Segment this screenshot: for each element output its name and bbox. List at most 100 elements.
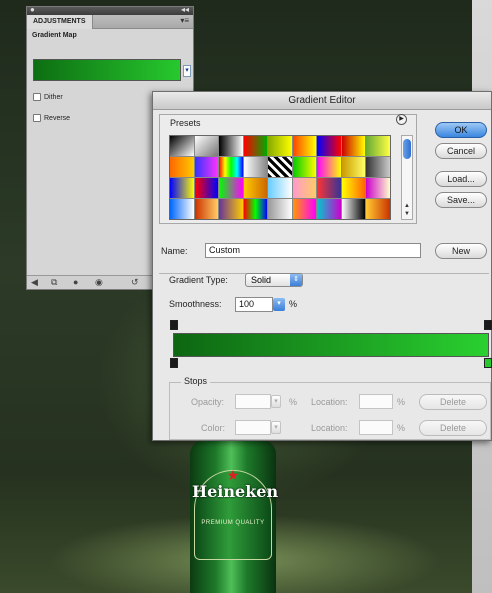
collapse-icon[interactable]: ◂◂: [181, 5, 189, 14]
dither-label: Dither: [44, 93, 63, 101]
delete-color-stop-button[interactable]: Delete: [419, 420, 487, 436]
color-stop-left[interactable]: [170, 358, 178, 368]
gradient-section-divider: [159, 273, 489, 274]
ok-button[interactable]: OK: [435, 122, 487, 138]
preset-swatch[interactable]: [243, 178, 268, 198]
gradient-editor-dialog: Gradient Editor Presets ▶ ▲ ▼ OK Cancel …: [152, 91, 492, 441]
preset-swatch[interactable]: [243, 157, 268, 177]
close-icon[interactable]: ●: [30, 5, 35, 14]
gradient-type-label: Gradient Type:: [169, 275, 228, 285]
preset-swatch[interactable]: [292, 178, 317, 198]
opacity-unit: %: [289, 397, 298, 407]
cancel-button[interactable]: Cancel: [435, 143, 487, 159]
gradient-preview[interactable]: [33, 59, 181, 81]
gradient-dropdown-arrow-icon[interactable]: ▾: [183, 65, 191, 77]
clip-layer-icon[interactable]: ●: [73, 277, 78, 287]
preset-swatch[interactable]: [366, 199, 390, 219]
color-location-input[interactable]: [359, 420, 393, 435]
color-stop-right[interactable]: [484, 358, 492, 368]
gradient-type-value: Solid: [251, 275, 272, 285]
name-label: Name:: [161, 246, 188, 256]
bottle-brand-text: Heineken: [192, 482, 279, 501]
new-button[interactable]: New: [435, 243, 487, 259]
preset-swatch[interactable]: [194, 157, 219, 177]
star-icon: ★: [226, 467, 240, 483]
opacity-stop-left[interactable]: [170, 320, 178, 330]
preset-swatch[interactable]: [317, 178, 341, 198]
preset-swatch[interactable]: [317, 199, 341, 219]
preset-swatch[interactable]: [194, 178, 219, 198]
expand-view-icon[interactable]: ⧉: [51, 277, 57, 288]
load-button[interactable]: Load...: [435, 171, 487, 187]
name-input[interactable]: Custom: [205, 243, 421, 258]
preset-swatch[interactable]: [194, 199, 219, 219]
reverse-label: Reverse: [44, 114, 71, 122]
opacity-location-input[interactable]: [359, 394, 393, 409]
preset-swatch[interactable]: [268, 136, 292, 156]
preset-swatch[interactable]: [317, 136, 341, 156]
smoothness-input[interactable]: 100: [235, 297, 273, 312]
panel-title: Gradient Map: [32, 32, 77, 39]
preset-swatch[interactable]: [317, 157, 341, 177]
bottle-premium-text: PREMIUM QUALITY: [201, 520, 265, 526]
dither-checkbox-row[interactable]: Dither: [33, 93, 63, 101]
tab-adjustments[interactable]: ADJUSTMENTS: [27, 15, 93, 29]
preset-swatch[interactable]: [292, 199, 317, 219]
preset-swatch[interactable]: [341, 136, 366, 156]
preset-swatch[interactable]: [268, 157, 292, 177]
smoothness-label: Smoothness:: [169, 299, 222, 309]
preset-swatch[interactable]: [292, 136, 317, 156]
visibility-eye-icon[interactable]: ◉: [95, 277, 103, 288]
opacity-dropdown-icon[interactable]: ▾: [271, 395, 281, 408]
opacity-input[interactable]: [235, 394, 271, 409]
preset-swatch-grid[interactable]: [169, 135, 391, 220]
preset-swatch[interactable]: [341, 157, 366, 177]
stops-label: Stops: [181, 376, 211, 386]
reset-icon[interactable]: ↺: [131, 277, 139, 288]
preset-swatch[interactable]: [366, 178, 390, 198]
color-location-label: Location:: [311, 423, 348, 433]
preset-swatch[interactable]: [170, 178, 194, 198]
color-location-unit: %: [397, 423, 406, 433]
preset-swatch[interactable]: [170, 199, 194, 219]
save-button[interactable]: Save...: [435, 192, 487, 208]
back-arrow-icon[interactable]: ◀: [31, 277, 38, 288]
delete-opacity-stop-button[interactable]: Delete: [419, 394, 487, 410]
color-label: Color:: [201, 423, 226, 433]
preset-swatch[interactable]: [268, 199, 292, 219]
presets-menu-arrow-icon[interactable]: ▶: [396, 114, 407, 125]
opacity-location-unit: %: [397, 397, 406, 407]
preset-swatch[interactable]: [366, 157, 390, 177]
panel-menu-icon[interactable]: ▾≡: [180, 16, 189, 25]
preset-swatch[interactable]: [341, 178, 366, 198]
preset-swatch[interactable]: [268, 178, 292, 198]
smoothness-dropdown-icon[interactable]: ▾: [273, 298, 285, 311]
dialog-title: Gradient Editor: [153, 92, 491, 110]
preset-swatch[interactable]: [170, 136, 194, 156]
preset-swatch[interactable]: [170, 157, 194, 177]
preset-swatch[interactable]: [243, 136, 268, 156]
select-arrows-icon: ⇕: [290, 274, 302, 286]
presets-scrollbar[interactable]: ▲ ▼: [401, 135, 413, 220]
preset-swatch[interactable]: [243, 199, 268, 219]
smoothness-unit: %: [289, 299, 298, 309]
preset-swatch[interactable]: [219, 178, 243, 198]
dither-checkbox[interactable]: [33, 93, 41, 101]
color-swatch-field[interactable]: [235, 420, 271, 435]
preset-swatch[interactable]: [341, 199, 366, 219]
preset-swatch[interactable]: [219, 199, 243, 219]
preset-swatch[interactable]: [219, 136, 243, 156]
gradient-bar[interactable]: [173, 333, 489, 357]
preset-swatch[interactable]: [292, 157, 317, 177]
preset-swatch[interactable]: [194, 136, 219, 156]
reverse-checkbox[interactable]: [33, 114, 41, 122]
scroll-down-icon[interactable]: ▼: [404, 211, 410, 217]
preset-swatch[interactable]: [219, 157, 243, 177]
opacity-stop-right[interactable]: [484, 320, 492, 330]
color-dropdown-icon[interactable]: ▾: [271, 421, 281, 434]
scroll-up-icon[interactable]: ▲: [404, 203, 410, 209]
gradient-type-select[interactable]: Solid ⇕: [245, 273, 303, 287]
scrollbar-thumb[interactable]: [403, 139, 411, 159]
reverse-checkbox-row[interactable]: Reverse: [33, 114, 70, 122]
preset-swatch[interactable]: [366, 136, 390, 156]
